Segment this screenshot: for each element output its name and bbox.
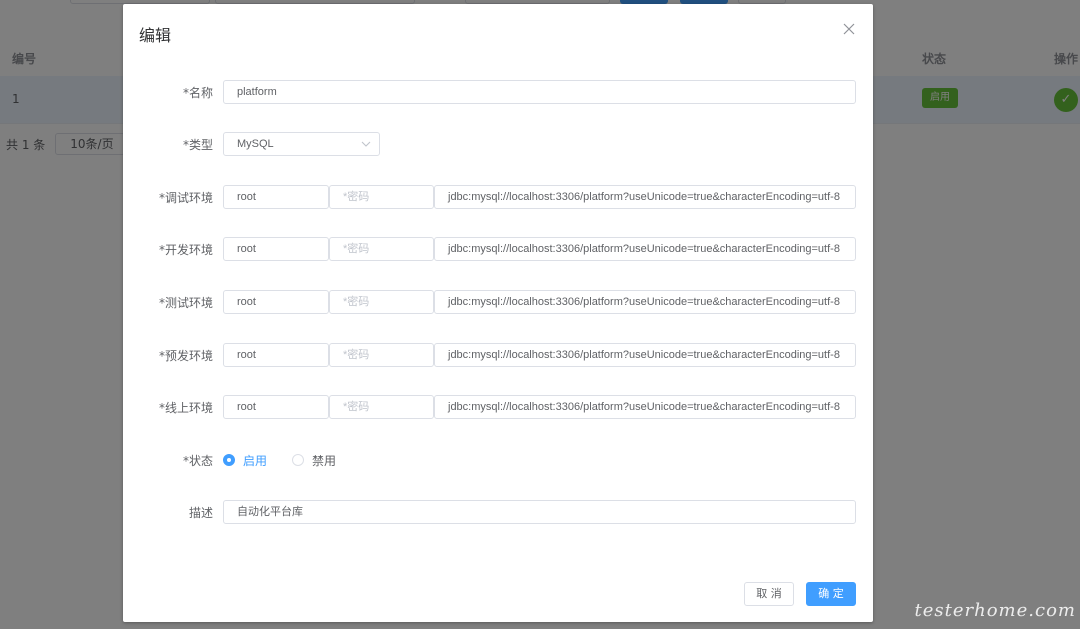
dialog-title: 编辑 — [139, 26, 172, 45]
type-select-value: MySQL — [237, 138, 274, 150]
form-item-description: 描述 自动化平台库 — [123, 500, 873, 524]
env-url-input[interactable]: jdbc:mysql://localhost:3306/platform?use… — [434, 290, 856, 314]
env-url-input[interactable]: jdbc:mysql://localhost:3306/platform?use… — [434, 237, 856, 261]
status-radio-enabled[interactable]: 启用 — [223, 451, 267, 469]
type-label: *类型 — [182, 138, 213, 152]
env-password-input[interactable]: *密码 — [329, 290, 434, 314]
env-url-input[interactable]: jdbc:mysql://localhost:3306/platform?use… — [434, 343, 856, 367]
form-item-env-dev: *开发环境 root *密码 jdbc:mysql://localhost:33… — [123, 237, 873, 261]
radio-label: 禁用 — [312, 453, 337, 468]
form-item-env-test: *测试环境 root *密码 jdbc:mysql://localhost:33… — [123, 290, 873, 314]
form-item-env-debug: *调试环境 root *密码 jdbc:mysql://localhost:33… — [123, 185, 873, 209]
type-select[interactable]: MySQL — [223, 132, 380, 156]
watermark: testerhome.com — [914, 600, 1076, 621]
form-item-name: *名称 platform — [123, 80, 873, 104]
form-item-env-prod: *线上环境 root *密码 jdbc:mysql://localhost:33… — [123, 395, 873, 419]
radio-unchecked-icon — [292, 454, 304, 466]
form-item-type: *类型 MySQL — [123, 132, 873, 156]
env-label: *开发环境 — [158, 243, 213, 257]
edit-dialog: 编辑 *名称 platform *类型 MySQL *调试环境 root *密码… — [123, 4, 873, 622]
env-label: *调试环境 — [158, 191, 213, 205]
description-label: 描述 — [188, 506, 213, 520]
confirm-button[interactable]: 确 定 — [806, 582, 856, 606]
env-label: *测试环境 — [158, 296, 213, 310]
env-user-input[interactable]: root — [223, 237, 329, 261]
status-label: *状态 — [182, 454, 213, 468]
name-label: *名称 — [182, 86, 213, 100]
env-user-input[interactable]: root — [223, 343, 329, 367]
status-radio-disabled[interactable]: 禁用 — [292, 451, 336, 469]
cancel-button[interactable]: 取 消 — [744, 582, 794, 606]
env-label: *线上环境 — [158, 401, 213, 415]
chevron-down-icon — [361, 140, 371, 148]
form-item-status: *状态 启用 禁用 — [123, 448, 873, 472]
env-password-input[interactable]: *密码 — [329, 343, 434, 367]
close-icon[interactable] — [841, 21, 857, 37]
env-url-input[interactable]: jdbc:mysql://localhost:3306/platform?use… — [434, 395, 856, 419]
env-label: *预发环境 — [158, 349, 213, 363]
env-password-input[interactable]: *密码 — [329, 395, 434, 419]
env-user-input[interactable]: root — [223, 290, 329, 314]
env-password-input[interactable]: *密码 — [329, 185, 434, 209]
radio-checked-icon — [223, 454, 235, 466]
env-user-input[interactable]: root — [223, 395, 329, 419]
env-password-input[interactable]: *密码 — [329, 237, 434, 261]
env-url-input[interactable]: jdbc:mysql://localhost:3306/platform?use… — [434, 185, 856, 209]
description-input[interactable]: 自动化平台库 — [223, 500, 856, 524]
env-user-input[interactable]: root — [223, 185, 329, 209]
name-input[interactable]: platform — [223, 80, 856, 104]
form-item-env-pre: *预发环境 root *密码 jdbc:mysql://localhost:33… — [123, 343, 873, 367]
radio-label: 启用 — [243, 453, 268, 468]
